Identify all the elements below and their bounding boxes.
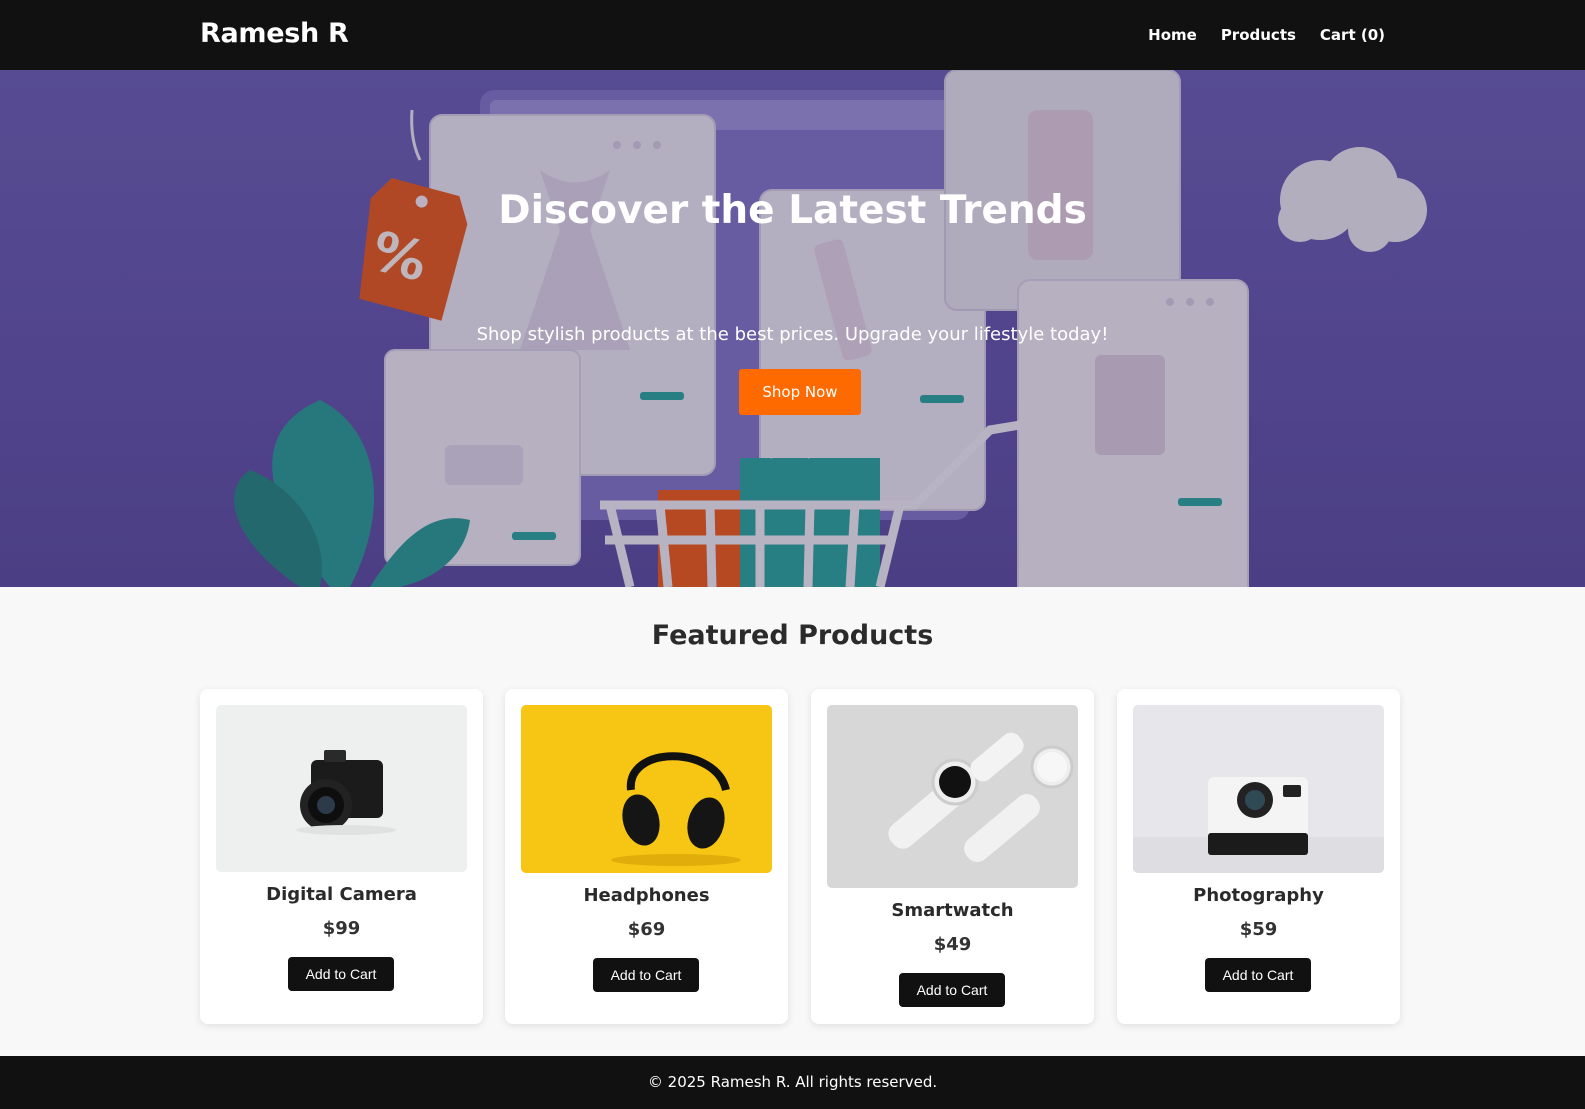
add-to-cart-button[interactable]: Add to Cart: [288, 957, 394, 991]
shop-now-button[interactable]: Shop Now: [739, 369, 861, 415]
instant-camera-image: [1133, 705, 1384, 873]
product-card: Photography $59 Add to Cart: [1117, 689, 1400, 1024]
product-price: $49: [933, 934, 972, 955]
hero-subtitle: Shop stylish products at the best prices…: [476, 324, 1109, 345]
smartwatch-image: [827, 705, 1078, 888]
product-card: Smartwatch $49 Add to Cart: [811, 689, 1094, 1024]
product-price: $69: [627, 919, 666, 940]
add-to-cart-button[interactable]: Add to Cart: [593, 958, 699, 992]
featured-products-heading: Featured Products: [651, 620, 934, 651]
nav-home-link[interactable]: Home: [1148, 26, 1197, 44]
product-name: Photography: [1193, 885, 1324, 906]
nav-products-link[interactable]: Products: [1221, 26, 1296, 44]
product-name: Smartwatch: [891, 900, 1014, 921]
product-name: Digital Camera: [266, 884, 417, 905]
camera-image: [216, 705, 467, 872]
copyright-text: © 2025 Ramesh R. All rights reserved.: [647, 1073, 938, 1091]
product-card: Headphones $69 Add to Cart: [505, 689, 788, 1024]
add-to-cart-button[interactable]: Add to Cart: [899, 973, 1005, 1007]
product-price: $59: [1239, 919, 1278, 940]
nav-cart-link[interactable]: Cart (0): [1320, 26, 1385, 44]
site-footer: © 2025 Ramesh R. All rights reserved.: [0, 1056, 1585, 1109]
site-header: Ramesh R Home Products Cart (0): [0, 0, 1585, 70]
product-name: Headphones: [583, 885, 710, 906]
main-nav: Home Products Cart (0): [1148, 26, 1385, 44]
product-price: $99: [322, 918, 361, 939]
add-to-cart-button[interactable]: Add to Cart: [1205, 958, 1311, 992]
headphones-image: [521, 705, 772, 873]
product-card: Digital Camera $99 Add to Cart: [200, 689, 483, 1024]
site-logo[interactable]: Ramesh R: [200, 18, 349, 49]
hero-title: Discover the Latest Trends: [498, 188, 1087, 233]
